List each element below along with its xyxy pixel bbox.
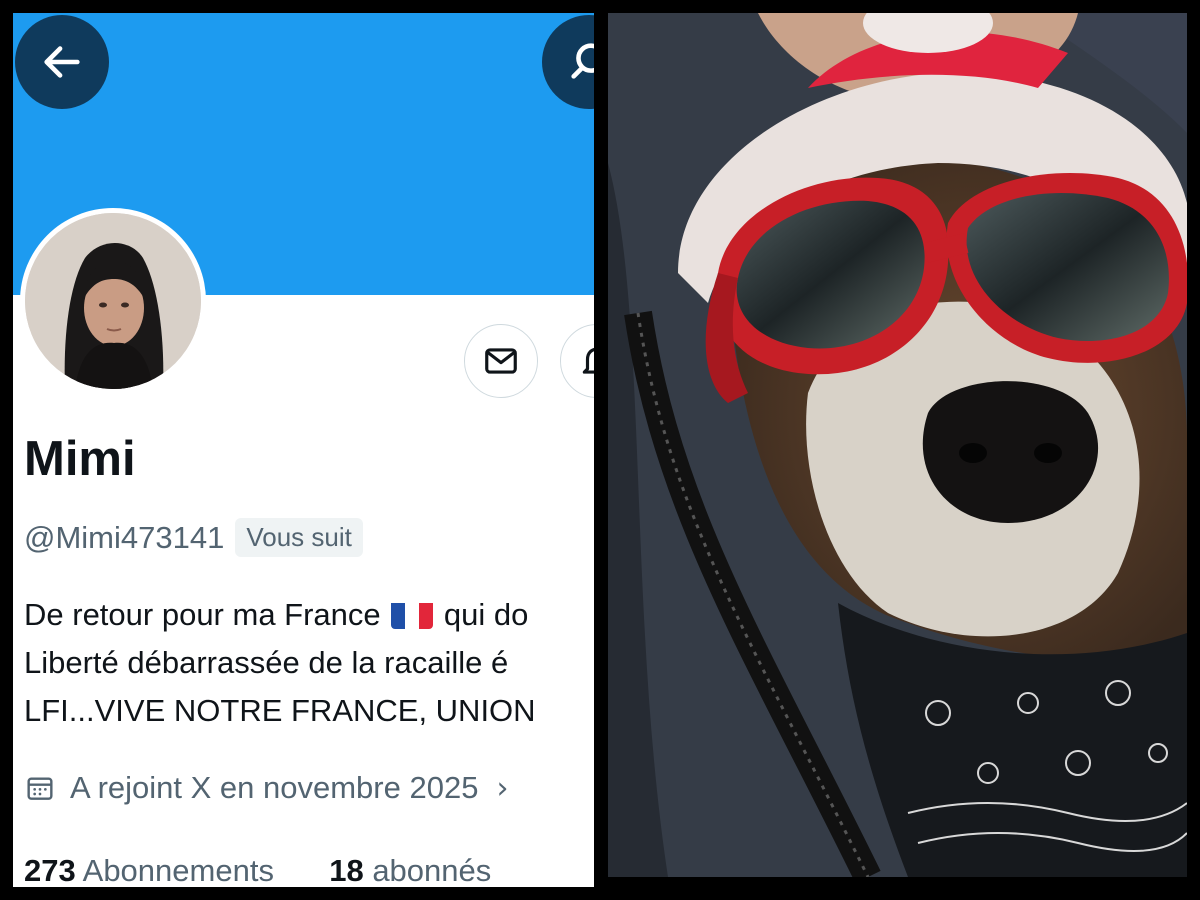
following-count: 273 <box>24 853 76 887</box>
profile-screenshot-panel: Mimi @Mimi473141 Vous suit De retour pou… <box>13 13 594 887</box>
follow-stats: 273 Abonnements 18 abonnés <box>24 853 491 887</box>
following-link[interactable]: 273 Abonnements <box>24 853 283 887</box>
back-button[interactable] <box>15 15 109 109</box>
bell-icon <box>582 347 594 374</box>
following-label: Abonnements <box>82 853 274 887</box>
arrow-left-icon <box>44 46 80 78</box>
followers-count: 18 <box>329 853 364 887</box>
followers-label: abonnés <box>372 853 492 887</box>
bio-line: LFI...VIVE NOTRE FRANCE, UNION <box>24 693 536 728</box>
joined-date: A rejoint X en novembre 2025 <box>70 770 479 805</box>
dog-photo <box>608 13 1187 877</box>
display-name: Mimi <box>24 432 136 486</box>
image-collage: Mimi @Mimi473141 Vous suit De retour pou… <box>0 0 1200 900</box>
calendar-icon <box>27 777 53 800</box>
profile-bio: De retour pour ma France qui do Liberté … <box>24 591 594 735</box>
avatar[interactable] <box>25 213 201 389</box>
handle-row: @Mimi473141 Vous suit <box>24 518 363 557</box>
user-handle: @Mimi473141 <box>24 519 225 555</box>
message-button[interactable] <box>464 324 538 398</box>
chevron-right-icon[interactable]: › <box>496 771 508 806</box>
follows-you-badge: Vous suit <box>235 518 363 557</box>
followers-link[interactable]: 18 abonnés <box>329 853 491 887</box>
search-icon <box>571 43 594 79</box>
avatar-portrait <box>25 213 201 389</box>
bio-line: De retour pour ma France qui do <box>24 597 529 632</box>
dog-photo-illustration <box>608 13 1187 877</box>
envelope-icon <box>485 348 517 374</box>
notifications-button[interactable] <box>560 324 594 398</box>
joined-date-row: A rejoint X en novembre 2025 › <box>24 770 508 806</box>
france-flag-icon <box>391 599 434 629</box>
bio-line: Liberté débarrassée de la racaille é <box>24 645 509 680</box>
